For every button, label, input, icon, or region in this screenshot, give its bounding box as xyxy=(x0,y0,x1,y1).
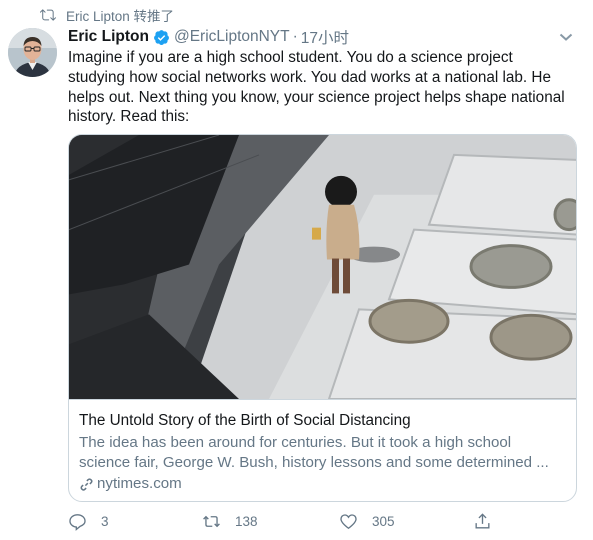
card-image[interactable] xyxy=(69,135,576,400)
like-count: 305 xyxy=(372,514,395,529)
verified-badge-icon xyxy=(154,29,169,45)
heart-icon xyxy=(340,514,357,530)
separator: · xyxy=(292,28,298,45)
retweet-icon xyxy=(203,515,220,528)
card-title[interactable]: The Untold Story of the Birth of Social … xyxy=(79,411,564,431)
card-domain-text: nytimes.com xyxy=(97,475,182,492)
reply-button[interactable]: 3 xyxy=(68,512,109,531)
retweet-button[interactable]: 138 xyxy=(202,512,258,531)
author-handle[interactable]: @EricLiptonNYT xyxy=(174,28,290,46)
author-name[interactable]: Eric Lipton xyxy=(68,28,149,46)
retweet-count: 138 xyxy=(235,514,258,529)
chevron-down-icon[interactable] xyxy=(557,28,575,46)
share-icon xyxy=(475,513,490,529)
link-icon xyxy=(80,477,93,491)
share-button[interactable] xyxy=(473,512,492,531)
timestamp[interactable]: 17小时 xyxy=(301,26,349,48)
tweet-actions: 3 138 305 xyxy=(68,512,593,532)
avatar[interactable] xyxy=(8,28,57,77)
retweet-context-text[interactable]: Eric Lipton 转推了 xyxy=(66,5,174,25)
tweet-text: Imagine if you are a high school student… xyxy=(68,49,565,126)
card-description: The idea has been around for centuries. … xyxy=(79,434,549,471)
retweet-context: Eric Lipton 转推了 xyxy=(40,6,174,24)
reply-count: 3 xyxy=(101,514,109,529)
reply-icon xyxy=(69,514,86,531)
like-button[interactable]: 305 xyxy=(339,512,395,531)
card-body: The Untold Story of the Birth of Social … xyxy=(79,411,564,494)
link-card[interactable]: The Untold Story of the Birth of Social … xyxy=(68,134,577,502)
retweet-icon xyxy=(40,9,56,21)
tweet-header: Eric Lipton @EricLiptonNYT · 17小时 xyxy=(68,26,575,48)
card-domain[interactable]: nytimes.com xyxy=(79,474,564,494)
